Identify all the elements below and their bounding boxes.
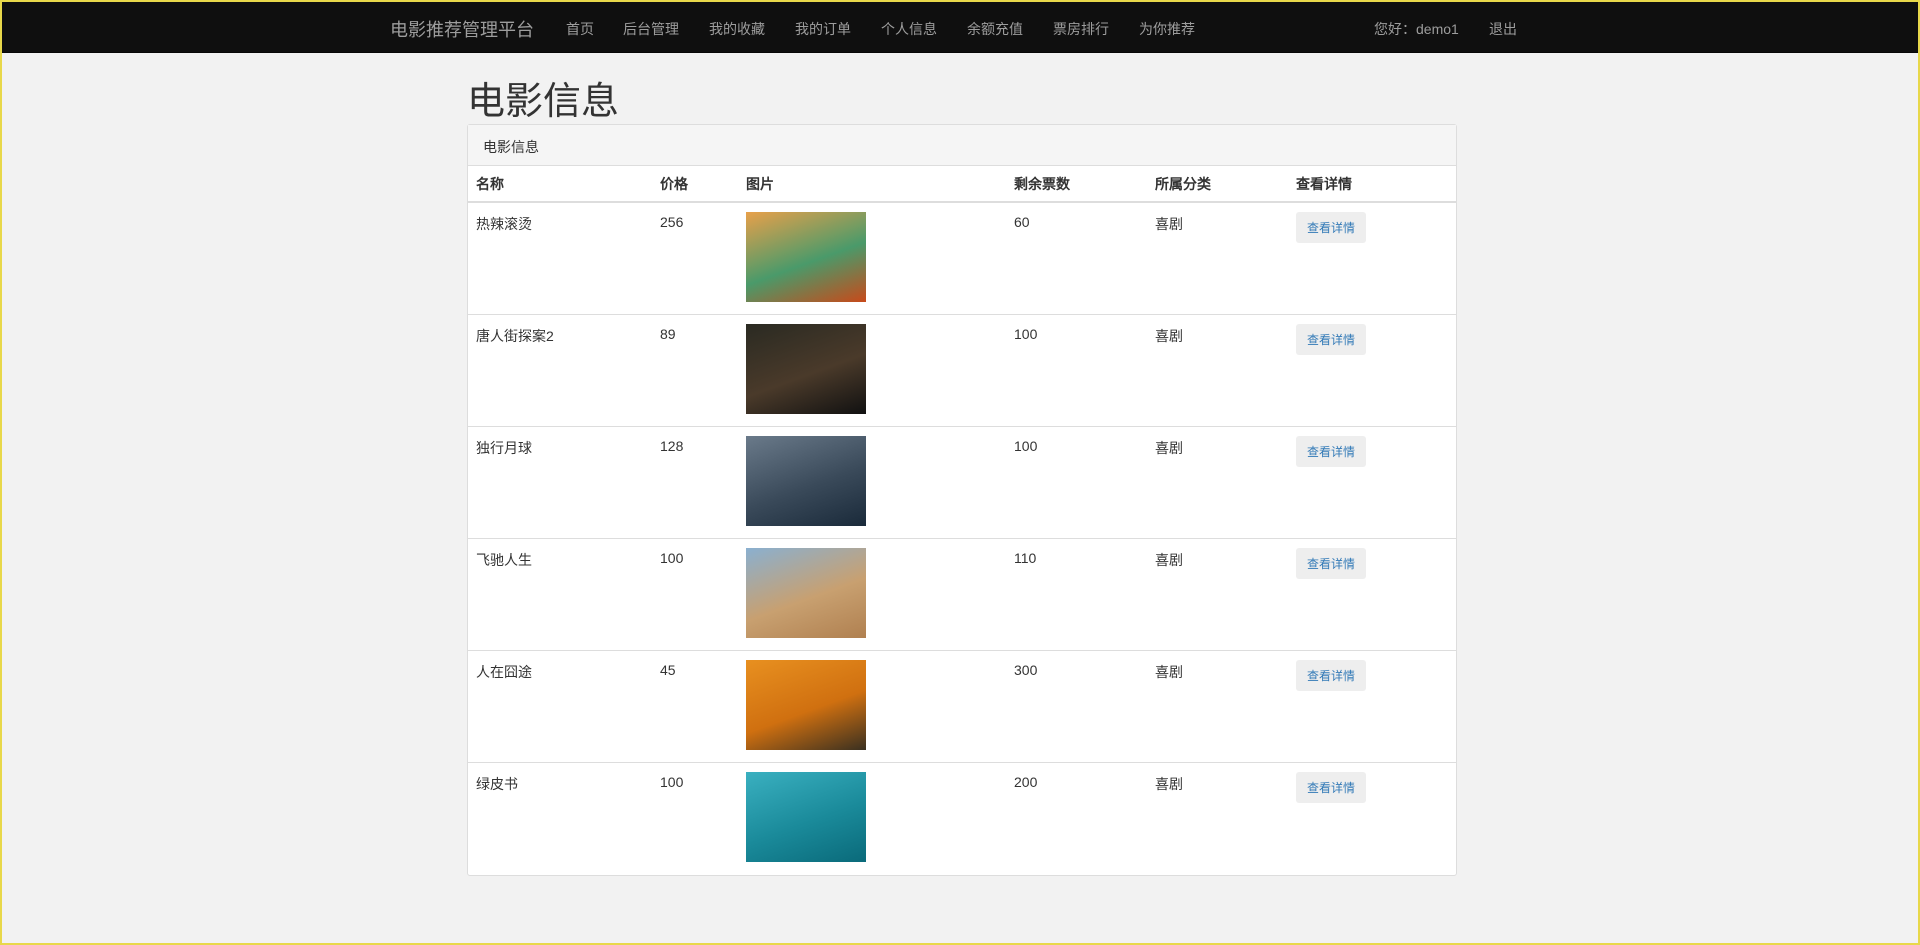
brand-link[interactable]: 电影推荐管理平台 [390,16,534,42]
movie-category: 喜剧 [1147,538,1288,651]
col-price: 价格 [652,166,738,203]
view-detail-button[interactable]: 查看详情 [1296,771,1367,803]
movie-panel: 电影信息 名称 价格 图片 剩余票数 所属分类 查看详情 热辣滚烫 256 60… [467,124,1457,876]
nav-box-office[interactable]: 票房排行 [1053,19,1109,39]
movie-table: 名称 价格 图片 剩余票数 所属分类 查看详情 热辣滚烫 256 60 喜剧 查… [468,166,1456,874]
table-row: 独行月球 128 100 喜剧 查看详情 [468,426,1456,539]
table-row: 热辣滚烫 256 60 喜剧 查看详情 [468,202,1456,315]
movie-category: 喜剧 [1147,426,1288,539]
movie-tickets: 100 [1006,314,1147,427]
user-greeting[interactable]: 您好：demo1 [1374,19,1459,39]
movie-price: 45 [652,650,738,763]
movie-name: 绿皮书 [476,775,518,792]
movie-name: 独行月球 [468,426,652,539]
col-name: 名称 [468,166,652,203]
col-category: 所属分类 [1147,166,1288,203]
movie-price: 100 [660,773,684,790]
movie-price: 100 [652,538,738,651]
movie-tickets: 300 [1006,650,1147,763]
nav-orders[interactable]: 我的订单 [795,19,851,39]
movie-poster [746,212,866,302]
view-detail-button[interactable]: 查看详情 [1296,659,1367,691]
view-detail-button[interactable]: 查看详情 [1296,547,1367,579]
nav-admin[interactable]: 后台管理 [623,19,679,39]
movie-category: 喜剧 [1155,775,1183,792]
col-tickets: 剩余票数 [1006,166,1147,203]
movie-category: 喜剧 [1147,314,1288,427]
table-row: 唐人街探案2 89 100 喜剧 查看详情 [468,314,1456,427]
logout-link[interactable]: 退出 [1489,19,1517,39]
movie-price: 128 [652,426,738,539]
movie-poster [746,547,866,638]
movie-tickets: 200 [1014,773,1038,790]
movie-tickets: 100 [1006,426,1147,539]
nav-profile[interactable]: 个人信息 [881,19,937,39]
table-row: 人在囧途 45 300 喜剧 查看详情 [468,650,1456,763]
movie-poster [746,659,866,750]
table-row: 飞驰人生 100 110 喜剧 查看详情 [468,538,1456,651]
movie-poster [746,435,866,526]
view-detail-button[interactable]: 查看详情 [1296,435,1367,467]
movie-poster [746,323,866,414]
movie-price: 256 [652,202,738,315]
nav-recharge[interactable]: 余额充值 [967,19,1023,39]
navbar: 电影推荐管理平台 首页 后台管理 我的收藏 我的订单 个人信息 余额充值 票房排… [2,2,1918,53]
page-title: 电影信息 [467,81,620,123]
movie-poster [746,771,866,862]
view-detail-button[interactable]: 查看详情 [1296,212,1367,243]
table-row: 绿皮书 100 200 喜剧 查看详情 [468,762,1456,874]
nav-recommend[interactable]: 为你推荐 [1139,19,1195,39]
view-detail-button[interactable]: 查看详情 [1296,323,1367,355]
movie-tickets: 110 [1006,538,1147,651]
movie-tickets: 60 [1006,202,1147,315]
movie-name: 人在囧途 [468,650,652,763]
movie-price: 89 [652,314,738,427]
panel-heading: 电影信息 [468,125,1456,166]
movie-category: 喜剧 [1147,650,1288,763]
movie-name: 热辣滚烫 [468,202,652,315]
col-detail: 查看详情 [1288,166,1456,203]
movie-name: 唐人街探案2 [468,314,652,427]
movie-name: 飞驰人生 [468,538,652,651]
movie-category: 喜剧 [1147,202,1288,315]
nav-favorites[interactable]: 我的收藏 [709,19,765,39]
col-image: 图片 [738,166,1006,203]
nav-home[interactable]: 首页 [566,19,594,39]
